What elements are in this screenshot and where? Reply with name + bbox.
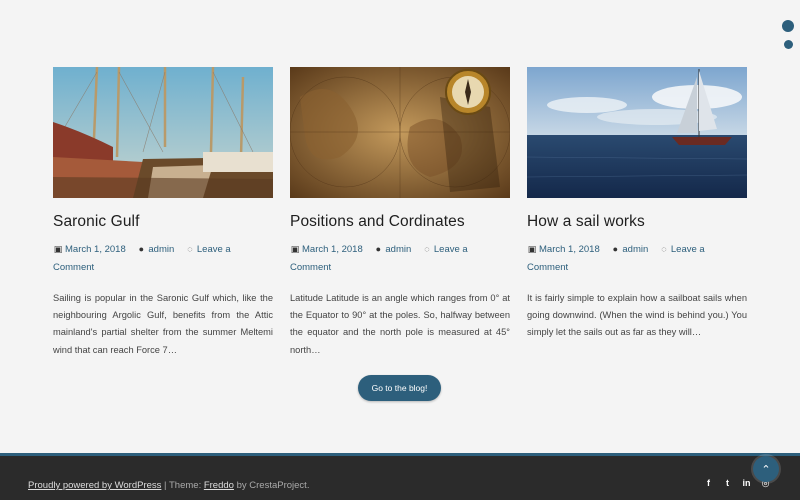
slide-dot-2[interactable] xyxy=(783,40,793,49)
facebook-icon[interactable]: f xyxy=(704,478,713,489)
post-title[interactable]: How a sail works xyxy=(527,213,747,231)
post-author-link[interactable]: admin xyxy=(622,244,648,255)
post-card: Saronic Gulf ▣ March 1, 2018 ● admin ◌ Leav… xyxy=(53,67,273,359)
footer-credits: Proudly powered by WordPress | Theme: Fr… xyxy=(28,480,309,491)
user-icon: ● xyxy=(375,244,382,254)
calendar-icon: ▣ xyxy=(290,244,300,254)
theme-link[interactable]: Freddo xyxy=(204,480,234,491)
post-thumbnail-map-compass[interactable] xyxy=(290,67,510,198)
post-card: How a sail works ▣ March 1, 2018 ● admin ◌… xyxy=(527,67,747,359)
post-meta: ▣ March 1, 2018 ● admin ◌ Leave a Comment xyxy=(290,240,510,277)
user-icon: ● xyxy=(138,244,145,254)
calendar-icon: ▣ xyxy=(53,244,63,254)
footer-by-text: by CrestaProject. xyxy=(233,480,310,491)
chevron-up-icon: ⌃ xyxy=(761,463,771,476)
post-meta: ▣ March 1, 2018 ● admin ◌ Leave a Comment xyxy=(53,240,273,277)
post-excerpt: Latitude Latitude is an angle which rang… xyxy=(290,293,510,355)
linkedin-icon[interactable]: in xyxy=(742,478,751,489)
post-meta: ▣ March 1, 2018 ● admin ◌ Leave a Comment xyxy=(527,240,747,277)
post-excerpt: It is fairly simple to explain how a sai… xyxy=(527,293,747,338)
post-date-link[interactable]: March 1, 2018 xyxy=(302,244,363,255)
comment-icon: ◌ xyxy=(661,244,667,254)
post-date-link[interactable]: March 1, 2018 xyxy=(539,244,600,255)
site-footer: Proudly powered by WordPress | Theme: Fr… xyxy=(0,453,800,500)
comment-icon: ◌ xyxy=(424,244,430,254)
wordpress-link[interactable]: Proudly powered by WordPress xyxy=(28,480,161,491)
theme-separator: | Theme: xyxy=(161,480,204,491)
post-thumbnail-sailboat[interactable] xyxy=(527,67,747,198)
user-icon: ● xyxy=(612,244,619,254)
calendar-icon: ▣ xyxy=(527,244,537,254)
post-author-link[interactable]: admin xyxy=(385,244,411,255)
post-excerpt: Sailing is popular in the Saronic Gulf w… xyxy=(53,293,273,355)
slide-nav-dots xyxy=(782,20,794,49)
comment-icon: ◌ xyxy=(187,244,193,254)
blog-posts-grid: Saronic Gulf ▣ March 1, 2018 ● admin ◌ Leav… xyxy=(53,67,748,359)
post-date-link[interactable]: March 1, 2018 xyxy=(65,244,126,255)
post-thumbnail-harbor[interactable] xyxy=(53,67,273,198)
twitter-icon[interactable]: t xyxy=(723,478,732,489)
go-to-blog-button[interactable]: Go to the blog! xyxy=(358,375,441,401)
scroll-to-top-button[interactable]: ⌃ xyxy=(753,456,779,482)
post-author-link[interactable]: admin xyxy=(148,244,174,255)
post-card: Positions and Cordinates ▣ March 1, 2018 … xyxy=(290,67,510,359)
post-title[interactable]: Positions and Cordinates xyxy=(290,213,510,231)
slide-dot-1[interactable] xyxy=(782,20,794,32)
post-title[interactable]: Saronic Gulf xyxy=(53,213,273,231)
